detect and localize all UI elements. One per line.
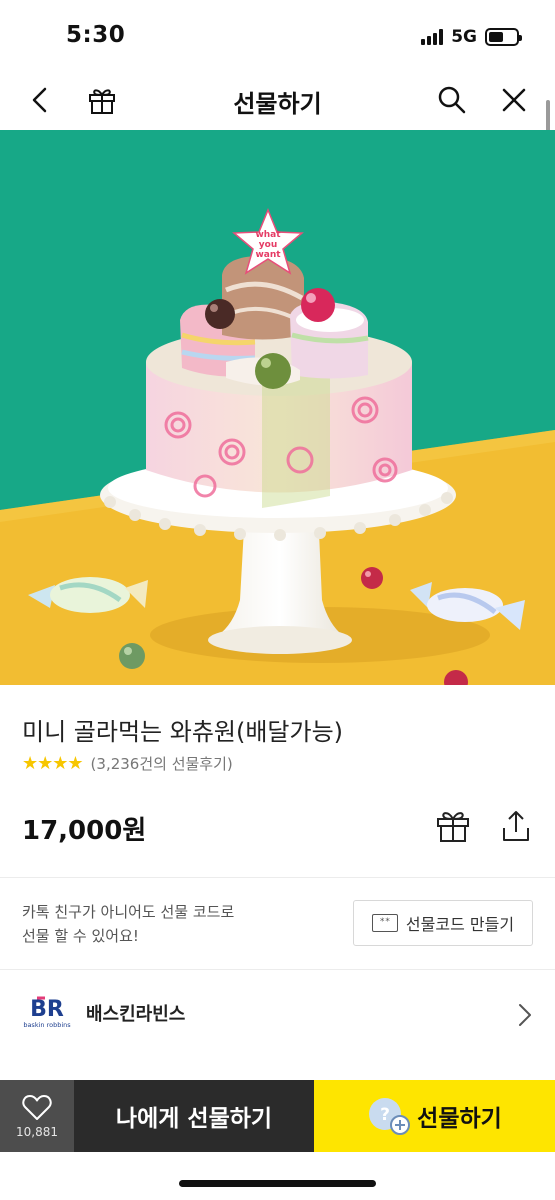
send-gift-label: 선물하기 [417,1106,502,1132]
ticket-icon: ** [371,914,398,932]
status-bar: 5:30 5G [0,0,555,72]
topper-text-2: you [259,240,277,250]
section-divider [0,877,555,878]
network-type: 5G [451,27,477,47]
friend-select-icon: ? [367,1096,411,1136]
battery-icon [485,28,522,46]
svg-text:baskin robbins: baskin robbins [23,1021,71,1029]
brand-name: 배스킨라빈스 [86,1004,186,1025]
product-title: 미니 골라먹는 와츄원(배달가능) [22,718,344,746]
like-count: 10,881 [16,1124,58,1139]
review-count[interactable]: (3,236건의 선물후기) [91,753,233,774]
svg-text:?: ? [380,1105,390,1125]
home-indicator[interactable] [179,1180,376,1187]
gift-code-description-line2: 선물 할 수 있어요! [22,927,139,945]
cellular-signal-icon [421,29,444,45]
like-button[interactable]: 10,881 [0,1080,74,1152]
send-gift-button[interactable]: ? 선물하기 [314,1080,555,1152]
product-price: 17,000원 [22,816,147,846]
svg-text:BR: BR [30,997,64,1022]
baskin-robbins-logo: BR baskin robbins [22,992,72,1038]
brand-row[interactable]: BR baskin robbins 배스킨라빈스 [0,972,555,1056]
topper-text-1: what [255,230,281,240]
gift-wish-icon[interactable] [433,806,473,846]
status-indicators: 5G [421,24,522,50]
close-icon[interactable] [494,80,534,120]
create-gift-code-label: 선물코드 만들기 [405,915,515,934]
star-rating-icon: ★★★★ [22,753,84,774]
create-gift-code-button[interactable]: ** 선물코드 만들기 [353,900,533,946]
bottom-action-bar: 10,881 나에게 선물하기 ? 선물하기 [0,1080,555,1152]
gift-code-description-line1: 카톡 친구가 아니어도 선물 코드로 [22,903,235,921]
gift-code-description: 카톡 친구가 아니어도 선물 코드로 선물 할 수 있어요! [22,900,322,948]
status-time: 5:30 [66,22,126,48]
product-image[interactable]: what you want [0,130,555,685]
heart-icon [22,1094,52,1120]
gift-to-self-button[interactable]: 나에게 선물하기 [74,1080,314,1152]
chevron-right-icon [517,1002,533,1032]
share-icon[interactable] [496,806,536,846]
nav-bar: 선물하기 [0,72,555,130]
topper-text-3: want [255,250,281,260]
product-rating[interactable]: ★★★★ (3,236건의 선물후기) [22,753,233,774]
section-divider [0,969,555,970]
search-icon[interactable] [432,80,472,120]
